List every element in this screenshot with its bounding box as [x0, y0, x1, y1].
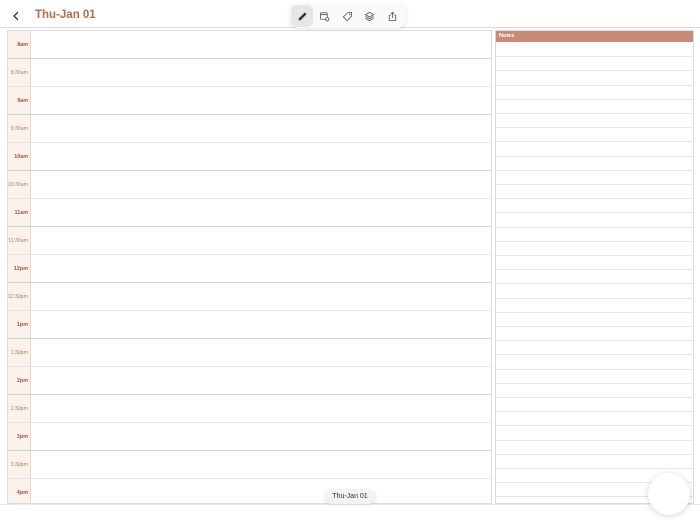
time-label: 1pm [16, 322, 28, 328]
layers-button[interactable] [359, 5, 381, 27]
time-slot[interactable]: 11:30am [8, 227, 491, 255]
calendar-gear-icon [319, 11, 330, 21]
time-slot[interactable]: 1pm [8, 311, 491, 339]
time-slot[interactable]: 3pm [8, 423, 491, 451]
time-slot[interactable]: 3:30pm [8, 451, 491, 479]
bottom-divider [0, 504, 700, 505]
notes-rule [496, 241, 693, 242]
notes-rule [496, 383, 693, 384]
time-label: 8am [17, 42, 28, 48]
time-label: 4pm [16, 490, 28, 496]
header-bar: Thu-Jan 01 [0, 0, 700, 28]
pencil-button[interactable] [291, 5, 313, 27]
notes-rule [496, 141, 693, 142]
time-slot[interactable]: 12pm [8, 255, 491, 283]
time-slot[interactable]: 2pm [8, 367, 491, 395]
share-button[interactable] [381, 5, 403, 27]
notes-rule [496, 170, 693, 171]
calendar-settings-button[interactable] [314, 5, 336, 27]
time-slot[interactable]: 9:30am [8, 115, 491, 143]
time-slot[interactable]: 8:30am [8, 59, 491, 87]
time-label: 3pm [16, 434, 28, 440]
notes-rule [496, 184, 693, 185]
notes-rule [496, 113, 693, 114]
notes-rule [496, 298, 693, 299]
notes-rule [496, 255, 693, 256]
date-pill[interactable]: Thu-Jan 01 [324, 489, 376, 504]
back-button[interactable] [7, 7, 25, 25]
pencil-icon [298, 12, 306, 20]
time-slot[interactable]: 4pm [8, 479, 491, 507]
floating-action-button[interactable] [648, 473, 690, 515]
time-label: 9am [17, 98, 28, 104]
notes-rule [496, 340, 693, 341]
notes-rule [496, 454, 693, 455]
notes-rule [496, 70, 693, 71]
time-slot[interactable]: 8am [8, 31, 491, 59]
time-label: 1:30pm [10, 350, 28, 356]
notes-title: Notes [496, 31, 693, 42]
notes-rule [496, 156, 693, 157]
tag-button[interactable] [336, 5, 358, 27]
tag-icon [342, 11, 352, 21]
time-slot[interactable]: 11am [8, 199, 491, 227]
time-label: 11:30am [8, 238, 28, 244]
notes-rule [496, 326, 693, 327]
toolbar [290, 4, 406, 28]
notes-rule [496, 99, 693, 100]
notes-rule [496, 354, 693, 355]
planner-page: Thu-Jan 01 8am 8:30am 9am 9:30am 10am 10… [0, 0, 700, 525]
notes-rule [496, 440, 693, 441]
notes-rule [496, 198, 693, 199]
notes-rule [496, 369, 693, 370]
notes-rule [496, 212, 693, 213]
time-slot[interactable]: 1:30pm [8, 339, 491, 367]
time-slot[interactable]: 10:30am [8, 171, 491, 199]
day-schedule[interactable]: 8am 8:30am 9am 9:30am 10am 10:30am 11am 11:30am… [7, 30, 492, 504]
time-label: 9:30am [10, 126, 28, 132]
notes-rule [496, 312, 693, 313]
time-slot[interactable]: 12:30pm [8, 283, 491, 311]
time-label: 2:30pm [10, 406, 28, 412]
notes-rule [496, 425, 693, 426]
page-title: Thu-Jan 01 [35, 9, 96, 21]
time-slot[interactable]: 2:30pm [8, 395, 491, 423]
notes-panel[interactable]: Notes [495, 30, 694, 504]
layers-icon [364, 11, 375, 21]
time-slot[interactable]: 10am [8, 143, 491, 171]
time-label: 10:30am [7, 182, 28, 188]
notes-rule [496, 269, 693, 270]
chevron-left-icon [13, 11, 19, 21]
notes-rule [496, 227, 693, 228]
notes-rule [496, 411, 693, 412]
time-label: 10am [14, 154, 28, 160]
share-icon [388, 11, 396, 21]
time-slot[interactable]: 9am [8, 87, 491, 115]
notes-rule [496, 283, 693, 284]
notes-rule [496, 397, 693, 398]
notes-rule [496, 127, 693, 128]
time-label: 12pm [13, 266, 28, 272]
time-label: 12:30pm [7, 294, 28, 300]
time-label: 8:30am [10, 70, 28, 76]
time-label: 2pm [16, 378, 28, 384]
notes-rule [496, 85, 693, 86]
notes-rule [496, 56, 693, 57]
time-label: 3:30pm [10, 462, 28, 468]
time-label: 11am [14, 210, 29, 216]
notes-rule [496, 468, 693, 469]
